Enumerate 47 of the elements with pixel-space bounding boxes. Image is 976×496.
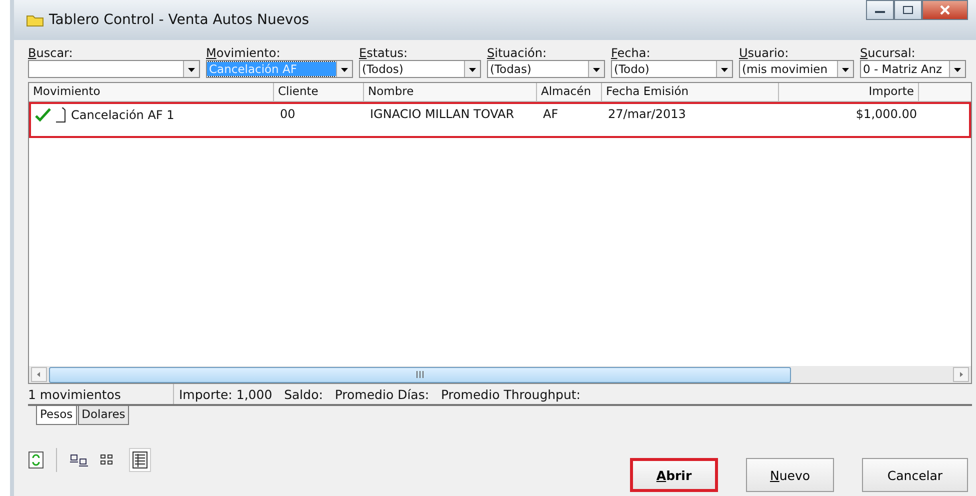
maximize-icon: [902, 5, 914, 15]
table-cell: 00: [280, 107, 296, 121]
column-header[interactable]: Almacén: [537, 83, 602, 101]
filter-label: Movimiento:: [206, 46, 282, 60]
filter-dropdown[interactable]: [28, 60, 200, 78]
filter-dropdown[interactable]: 0 - Matriz Anz: [860, 60, 966, 78]
folder-icon: [26, 13, 44, 27]
table-cell: AF: [543, 107, 558, 121]
close-icon: [939, 5, 951, 15]
filter-label: Usuario:: [739, 46, 790, 60]
refresh-icon[interactable]: [28, 451, 44, 469]
filter-dropdown[interactable]: (Todo): [611, 60, 733, 78]
status-summary: Importe: 1,000 Saldo: Promedio Días: Promedio Throughput:: [178, 386, 581, 402]
column-header[interactable]: Cliente: [274, 83, 364, 101]
window-title: Tablero Control - Venta Autos Nuevos: [49, 12, 310, 28]
dialog-button[interactable]: Cancelar: [862, 458, 968, 492]
list-view-icon[interactable]: [69, 453, 91, 467]
table-cell: $1,000.00: [856, 107, 917, 121]
column-header[interactable]: Movimiento: [29, 83, 274, 101]
column-header[interactable]: Importe: [779, 83, 919, 101]
status-count: 1 movimientos: [28, 384, 174, 404]
document-icon: [54, 107, 68, 123]
dialog-button[interactable]: Nuevo: [746, 458, 834, 492]
filter-label: Estatus:: [359, 46, 409, 60]
tab[interactable]: Pesos: [36, 406, 77, 425]
grid-view-icon[interactable]: [129, 448, 151, 472]
table-cell: IGNACIO MILLAN TOVAR: [370, 107, 514, 121]
filter-dropdown[interactable]: (mis movimien: [739, 60, 854, 78]
scroll-right-icon[interactable]: [953, 367, 969, 382]
filter-dropdown[interactable]: (Todos): [359, 60, 481, 78]
tab[interactable]: Dolares: [78, 406, 130, 425]
grip-icon: [416, 371, 424, 378]
table-cell: 27/mar/2013: [608, 107, 686, 121]
minimize-button[interactable]: [866, 0, 894, 20]
filter-dropdown[interactable]: (Todas): [487, 60, 605, 78]
column-header[interactable]: Nombre: [364, 83, 537, 101]
close-button[interactable]: [922, 0, 968, 20]
filter-label: Sucursal:: [860, 46, 916, 60]
filter-label: Fecha:: [611, 46, 652, 60]
dialog-button[interactable]: Abrir: [630, 458, 718, 492]
table-cell: Cancelación AF 1: [71, 108, 174, 122]
scroll-left-icon[interactable]: [31, 367, 47, 382]
maximize-button[interactable]: [894, 0, 922, 20]
filter-label: Situación:: [487, 46, 548, 60]
horizontal-scrollbar[interactable]: [29, 366, 971, 383]
column-header[interactable]: Fecha Emisión: [602, 83, 779, 101]
filter-label: Buscar:: [28, 46, 74, 60]
